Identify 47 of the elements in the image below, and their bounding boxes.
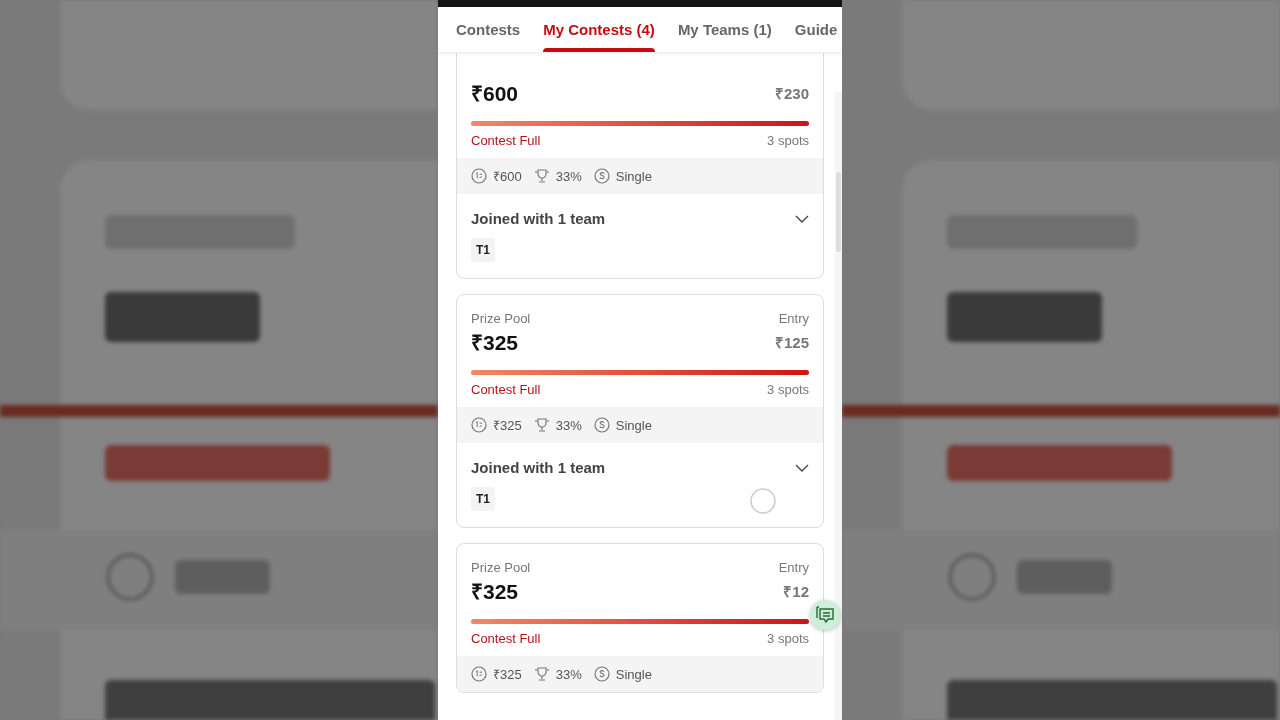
prize-pool-label: Prize Pool — [471, 310, 531, 326]
prize-amount: ₹600 — [471, 81, 519, 107]
single-entry-icon — [593, 417, 610, 433]
tab[interactable]: Guide — [794, 7, 838, 52]
joined-teams-label: Joined with 1 team — [471, 459, 606, 476]
first-place-icon — [471, 666, 487, 682]
prize-amount: ₹325 — [471, 579, 519, 605]
contest-status: Contest Full — [471, 630, 541, 646]
win-percent: 33% — [555, 666, 582, 682]
win-percent: 33% — [555, 417, 582, 433]
prize-amount: ₹325 — [471, 330, 519, 356]
trophy-icon — [533, 168, 550, 184]
entry-type: Single — [615, 168, 652, 184]
spots-count: 3 spots — [767, 132, 809, 148]
contest-status: Contest Full — [471, 381, 541, 397]
first-prize: ₹600 — [493, 168, 522, 185]
entry-type: Single — [615, 417, 652, 433]
entry-label: Entry — [778, 559, 809, 575]
team-chip[interactable]: T1 — [471, 238, 495, 262]
first-prize: ₹325 — [493, 417, 522, 434]
entry-type: Single — [615, 666, 652, 682]
first-place-icon — [471, 417, 487, 433]
tab[interactable]: My Teams (1) — [677, 7, 772, 52]
entry-fee: ₹230 — [774, 84, 809, 103]
first-prize: ₹325 — [493, 666, 522, 683]
spots-count: 3 spots — [767, 630, 809, 646]
trophy-icon — [533, 417, 550, 433]
team-chip[interactable]: T1 — [471, 487, 495, 511]
touch-indicator-icon — [750, 488, 776, 514]
chat-icon — [816, 606, 834, 624]
first-place-icon — [471, 168, 487, 184]
tab[interactable]: My Contests (4) — [543, 7, 655, 52]
trophy-icon — [533, 666, 550, 682]
win-percent: 33% — [555, 168, 582, 184]
entry-fee: ₹125 — [774, 333, 809, 352]
single-entry-icon — [593, 666, 610, 682]
chevron-down-icon[interactable] — [795, 214, 809, 223]
entry-fee: ₹12 — [783, 582, 809, 601]
prize-pool-label: Prize Pool — [471, 559, 531, 575]
spots-count: 3 spots — [767, 381, 809, 397]
contest-status: Contest Full — [471, 132, 541, 148]
tab[interactable]: Contests — [456, 7, 521, 52]
entry-label: Entry — [778, 310, 809, 326]
scrollbar-thumb[interactable] — [836, 172, 841, 252]
single-entry-icon — [593, 168, 610, 184]
joined-teams-label: Joined with 1 team — [471, 210, 606, 227]
chevron-down-icon[interactable] — [795, 463, 809, 472]
